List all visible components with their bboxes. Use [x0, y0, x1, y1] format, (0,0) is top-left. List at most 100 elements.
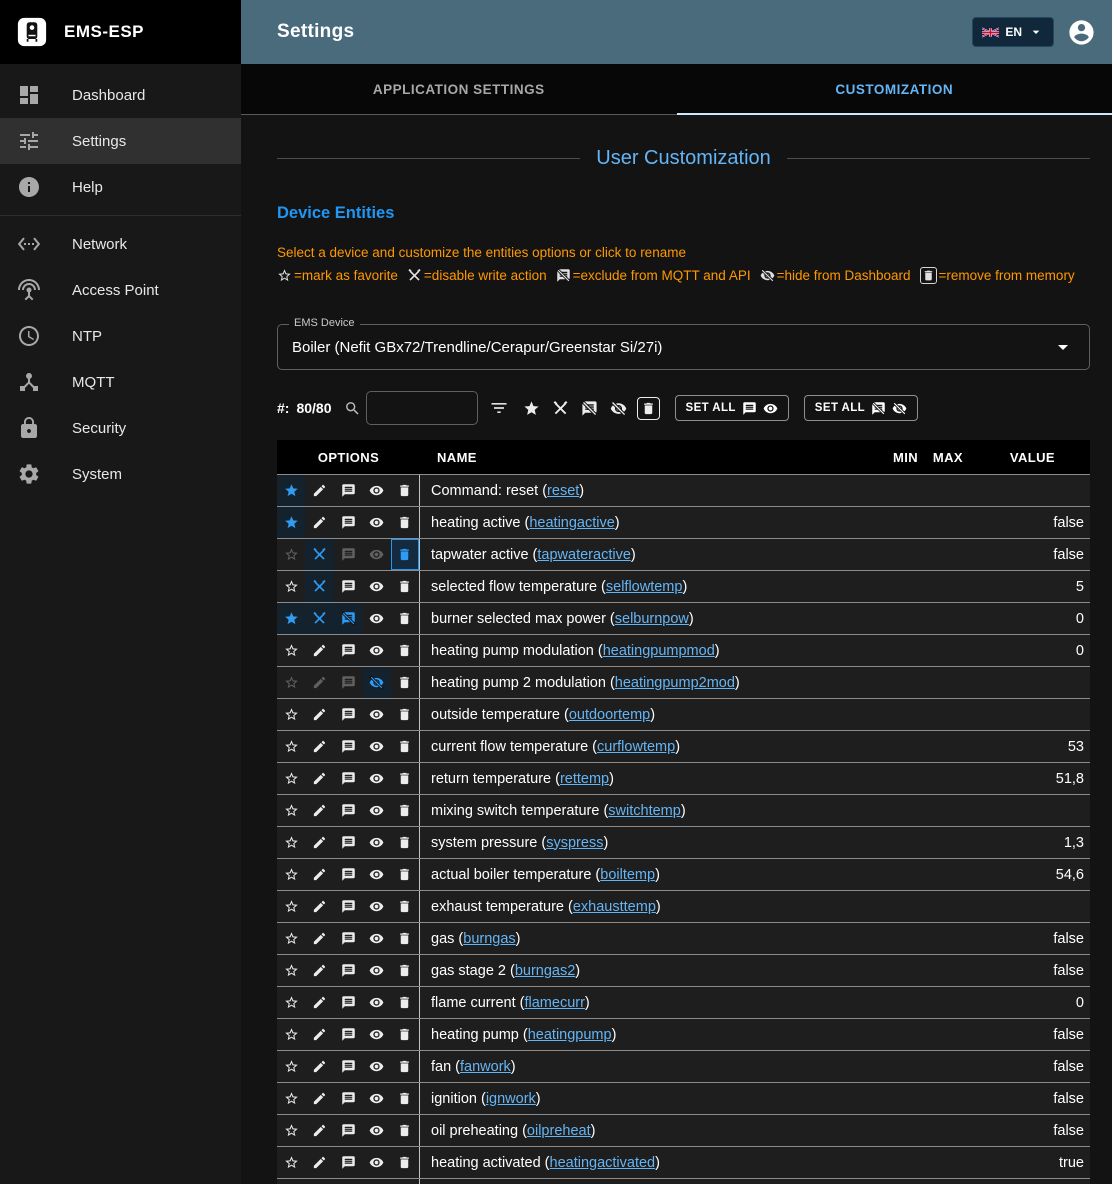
favorite-toggle[interactable] — [277, 827, 305, 858]
tab-application-settings[interactable]: APPLICATION SETTINGS — [241, 64, 677, 114]
remove-toggle[interactable] — [391, 1179, 419, 1184]
visibility-toggle[interactable] — [362, 891, 390, 922]
entity-name[interactable]: heating active (heatingactive) — [420, 507, 873, 538]
remove-toggle[interactable] — [391, 1083, 419, 1114]
mqtt-exclude-toggle[interactable] — [334, 859, 362, 890]
tab-customization[interactable]: CUSTOMIZATION — [677, 64, 1112, 114]
remove-toggle[interactable] — [391, 667, 419, 698]
sidebar-item-security[interactable]: Security — [0, 405, 241, 451]
entity-name[interactable]: heating pump modulation (heatingpumpmod) — [420, 635, 873, 666]
entity-name[interactable]: oil preheating (oilpreheat) — [420, 1115, 873, 1146]
remove-toggle[interactable] — [391, 891, 419, 922]
remove-toggle[interactable] — [391, 827, 419, 858]
visibility-toggle[interactable] — [362, 859, 390, 890]
entity-id-link[interactable]: burngas2 — [515, 963, 575, 979]
favorite-toggle[interactable] — [277, 859, 305, 890]
entity-id-link[interactable]: outdoortemp — [569, 707, 650, 723]
visibility-toggle[interactable] — [362, 1051, 390, 1082]
write-action-toggle[interactable] — [305, 571, 333, 602]
entity-id-link[interactable]: heatingpump2mod — [615, 675, 735, 691]
mqtt-exclude-toggle[interactable] — [334, 571, 362, 602]
sidebar-item-access-point[interactable]: Access Point — [0, 267, 241, 313]
mqtt-exclude-toggle[interactable] — [334, 987, 362, 1018]
search-input[interactable] — [366, 391, 478, 425]
set-all-button-1[interactable]: SET ALL — [675, 395, 789, 421]
write-action-toggle[interactable] — [305, 507, 333, 538]
write-action-toggle[interactable] — [305, 635, 333, 666]
favorite-toggle[interactable] — [277, 539, 305, 570]
ems-device-select[interactable]: EMS Device Boiler (Nefit GBx72/Trendline… — [277, 324, 1090, 370]
remove-toggle[interactable] — [391, 763, 419, 794]
entity-name[interactable]: current flow temperature (curflowtemp) — [420, 731, 873, 762]
visibility-toggle[interactable] — [362, 635, 390, 666]
mqtt-exclude-toggle[interactable] — [334, 1083, 362, 1114]
visibility-toggle[interactable] — [362, 1147, 390, 1178]
entity-name[interactable]: outside temperature (outdoortemp) — [420, 699, 873, 730]
entity-name[interactable]: ignition (ignwork) — [420, 1083, 873, 1114]
entity-name[interactable]: system pressure (syspress) — [420, 827, 873, 858]
remove-toggle[interactable] — [391, 1115, 419, 1146]
filter-removed-button[interactable] — [637, 397, 660, 420]
remove-toggle[interactable] — [391, 923, 419, 954]
sidebar-item-system[interactable]: System — [0, 451, 241, 497]
mqtt-exclude-toggle[interactable] — [334, 1019, 362, 1050]
visibility-toggle[interactable] — [362, 795, 390, 826]
write-action-toggle[interactable] — [305, 1083, 333, 1114]
favorite-toggle[interactable] — [277, 603, 305, 634]
visibility-toggle[interactable] — [362, 603, 390, 634]
mqtt-exclude-toggle[interactable] — [334, 507, 362, 538]
write-action-toggle[interactable] — [305, 699, 333, 730]
write-action-toggle[interactable] — [305, 1179, 333, 1184]
write-action-toggle[interactable] — [305, 891, 333, 922]
entity-id-link[interactable]: oilpreheat — [527, 1123, 591, 1139]
favorite-toggle[interactable] — [277, 1147, 305, 1178]
entity-name[interactable]: heating pump 2 modulation (heatingpump2m… — [420, 667, 873, 698]
write-action-toggle[interactable] — [305, 923, 333, 954]
visibility-toggle[interactable] — [362, 987, 390, 1018]
visibility-toggle[interactable] — [362, 507, 390, 538]
favorite-toggle[interactable] — [277, 987, 305, 1018]
favorite-toggle[interactable] — [277, 571, 305, 602]
entity-name[interactable]: heating activated (heatingactivated) — [420, 1147, 873, 1178]
mqtt-exclude-toggle[interactable] — [334, 795, 362, 826]
mqtt-exclude-toggle[interactable] — [334, 955, 362, 986]
remove-toggle[interactable] — [391, 539, 419, 570]
write-action-toggle[interactable] — [305, 955, 333, 986]
entity-name[interactable]: burner selected max power (selburnpow) — [420, 603, 873, 634]
remove-toggle[interactable] — [391, 731, 419, 762]
mqtt-exclude-toggle[interactable] — [334, 1115, 362, 1146]
favorite-toggle[interactable] — [277, 635, 305, 666]
remove-toggle[interactable] — [391, 571, 419, 602]
mqtt-exclude-toggle[interactable] — [334, 731, 362, 762]
entity-name[interactable]: gas (burngas) — [420, 923, 873, 954]
entity-id-link[interactable]: fanwork — [460, 1059, 511, 1075]
write-action-toggle[interactable] — [305, 1115, 333, 1146]
mqtt-exclude-toggle[interactable] — [334, 891, 362, 922]
sidebar-item-mqtt[interactable]: MQTT — [0, 359, 241, 405]
mqtt-exclude-toggle[interactable] — [334, 1051, 362, 1082]
entity-name[interactable] — [420, 1179, 873, 1184]
mqtt-exclude-toggle[interactable] — [334, 603, 362, 634]
mqtt-exclude-toggle[interactable] — [334, 923, 362, 954]
remove-toggle[interactable] — [391, 1051, 419, 1082]
entity-id-link[interactable]: boiltemp — [600, 867, 655, 883]
entity-id-link[interactable]: flamecurr — [524, 995, 584, 1011]
visibility-toggle[interactable] — [362, 539, 390, 570]
remove-toggle[interactable] — [391, 795, 419, 826]
remove-toggle[interactable] — [391, 955, 419, 986]
filter-mqtt-excluded-button[interactable] — [575, 394, 604, 423]
remove-toggle[interactable] — [391, 507, 419, 538]
entity-id-link[interactable]: ignwork — [486, 1091, 536, 1107]
favorite-toggle[interactable] — [277, 1051, 305, 1082]
visibility-toggle[interactable] — [362, 827, 390, 858]
entity-name[interactable]: fan (fanwork) — [420, 1051, 873, 1082]
visibility-toggle[interactable] — [362, 571, 390, 602]
visibility-toggle[interactable] — [362, 763, 390, 794]
visibility-toggle[interactable] — [362, 475, 390, 506]
visibility-toggle[interactable] — [362, 923, 390, 954]
visibility-toggle[interactable] — [362, 667, 390, 698]
entity-id-link[interactable]: heatingactive — [529, 515, 614, 531]
mqtt-exclude-toggle[interactable] — [334, 699, 362, 730]
favorite-toggle[interactable] — [277, 923, 305, 954]
entity-id-link[interactable]: tapwateractive — [537, 547, 631, 563]
